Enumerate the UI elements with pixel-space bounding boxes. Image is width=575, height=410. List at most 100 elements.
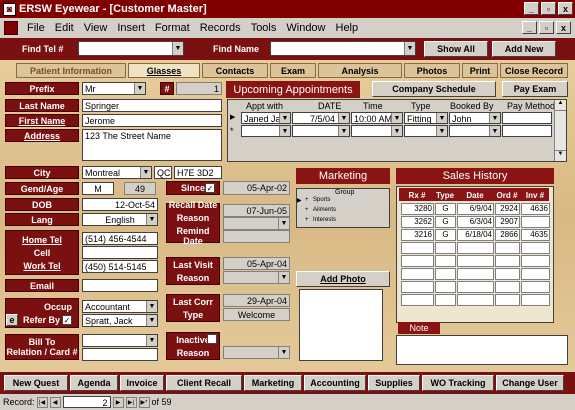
show-all-button[interactable]: Show All — [424, 41, 488, 57]
last-visit-reason-select[interactable]: ▼ — [223, 271, 290, 284]
refer-by-checkbox[interactable]: ✓ — [62, 315, 72, 325]
province-field[interactable]: QC — [154, 166, 172, 179]
sales-empty-row[interactable] — [401, 255, 550, 267]
new-quest-button[interactable]: New Quest — [4, 375, 68, 391]
sales-row[interactable]: 3262 G 6/3/04 2907 — [401, 216, 550, 228]
client-recall-button[interactable]: Client Recall — [166, 375, 242, 391]
refer-by-select[interactable]: Spratt, Jack ▼ — [82, 314, 158, 327]
chevron-down-icon[interactable]: ▼ — [489, 113, 500, 123]
current-record-field[interactable]: 2 — [62, 396, 111, 408]
appt-with-select[interactable]: Janed Ja ▼ — [241, 112, 291, 124]
last-record-icon[interactable]: ▶| — [125, 396, 137, 408]
tab-photos[interactable]: Photos — [404, 63, 460, 78]
expand-icon[interactable]: + — [305, 217, 313, 227]
wo-tracking-button[interactable]: WO Tracking — [422, 375, 494, 391]
chevron-down-icon[interactable]: ▼ — [391, 113, 402, 123]
chevron-down-icon[interactable]: ▼ — [140, 167, 151, 178]
find-name-input[interactable]: ▼ — [270, 41, 416, 56]
gender-field[interactable]: M — [82, 182, 114, 195]
sales-row[interactable]: 3216 G 6/18/04 2866 4635 — [401, 229, 550, 241]
address-field[interactable]: 123 The Street Name — [82, 129, 222, 161]
relation-card-field[interactable] — [82, 348, 158, 361]
chevron-down-icon[interactable]: ▼ — [338, 126, 349, 136]
chevron-down-icon[interactable]: ▼ — [146, 315, 157, 326]
tab-contacts[interactable]: Contacts — [202, 63, 268, 78]
change-user-button[interactable]: Change User — [496, 375, 564, 391]
home-tel-field[interactable]: (514) 456-4544 — [82, 232, 158, 245]
sales-empty-row[interactable] — [401, 281, 550, 293]
marketing-button[interactable]: Marketing — [244, 375, 302, 391]
new-record-icon[interactable]: ▶* — [138, 396, 150, 408]
supplies-button[interactable]: Supplies — [368, 375, 420, 391]
first-name-field[interactable]: Jerome — [82, 114, 222, 127]
chevron-down-icon[interactable]: ▼ — [146, 301, 157, 312]
new-appt-type[interactable]: ▼ — [404, 125, 448, 137]
city-select[interactable]: Montreal ▼ — [82, 166, 152, 179]
expand-icon[interactable]: + — [305, 197, 313, 207]
chevron-down-icon[interactable]: ▼ — [278, 347, 289, 358]
maximize-button[interactable]: ▫ — [541, 2, 556, 15]
next-record-icon[interactable]: ▶ — [112, 396, 124, 408]
tab-close-record[interactable]: Close Record — [500, 63, 568, 78]
new-appt-pay-method[interactable] — [502, 125, 552, 137]
find-tel-input[interactable]: ▼ — [78, 41, 184, 56]
first-record-icon[interactable]: |◀ — [36, 396, 48, 408]
menu-edit[interactable]: Edit — [50, 22, 79, 34]
tab-exam[interactable]: Exam — [270, 63, 316, 78]
previous-record-icon[interactable]: ◀ — [49, 396, 61, 408]
lang-select[interactable]: English ▼ — [82, 213, 158, 226]
inactive-checkbox[interactable] — [207, 334, 217, 344]
doc-minimize-button[interactable]: _ — [522, 21, 537, 34]
tab-print[interactable]: Print — [462, 63, 498, 78]
tab-glasses[interactable]: Glasses — [128, 63, 200, 78]
menu-file[interactable]: File — [22, 22, 50, 34]
inactive-reason-select[interactable]: ▼ — [223, 346, 290, 359]
chevron-down-icon[interactable]: ▼ — [278, 218, 289, 229]
marketing-row[interactable]: ▶ + Sports — [297, 197, 389, 207]
recall-reason-select[interactable]: ▼ — [223, 217, 290, 230]
new-appt-with[interactable]: ▼ — [241, 125, 291, 137]
last-name-field[interactable]: Springer — [82, 99, 222, 112]
appt-date-field[interactable]: 7/5/04 ▼ — [292, 112, 350, 124]
appt-type-select[interactable]: Fitting ▼ — [404, 112, 448, 124]
e-button[interactable]: e — [6, 314, 18, 326]
chevron-down-icon[interactable]: ▼ — [404, 42, 415, 55]
dob-field[interactable]: 12-Oct-54 — [82, 198, 158, 211]
accounting-button[interactable]: Accounting — [304, 375, 366, 391]
menu-tools[interactable]: Tools — [246, 22, 282, 34]
postal-code-field[interactable]: H7E 3D2 — [174, 166, 222, 179]
marketing-row[interactable]: + Interests — [297, 217, 389, 227]
scroll-down-icon[interactable]: ▼ — [555, 150, 566, 161]
chevron-down-icon[interactable]: ▼ — [338, 113, 349, 123]
add-new-button[interactable]: Add New — [492, 41, 556, 57]
scroll-up-icon[interactable]: ▲ — [555, 100, 566, 111]
sales-empty-row[interactable] — [401, 294, 550, 306]
tab-patient-information[interactable]: Patient Information — [16, 63, 126, 78]
menu-view[interactable]: View — [79, 22, 113, 34]
marketing-row[interactable]: + Ailments — [297, 207, 389, 217]
chevron-down-icon[interactable]: ▼ — [436, 126, 447, 136]
prefix-select[interactable]: Mr ▼ — [82, 82, 146, 95]
chevron-down-icon[interactable]: ▼ — [134, 83, 145, 94]
pay-exam-button[interactable]: Pay Exam — [502, 81, 568, 97]
note-field[interactable] — [396, 335, 568, 365]
new-appt-booked-by[interactable]: ▼ — [449, 125, 501, 137]
add-photo-button[interactable]: Add Photo — [296, 271, 390, 287]
remind-date-field[interactable] — [223, 230, 290, 243]
company-schedule-button[interactable]: Company Schedule — [372, 81, 496, 97]
sales-empty-row[interactable] — [401, 242, 550, 254]
since-checkbox[interactable]: ✓ — [205, 183, 215, 193]
appt-booked-by-select[interactable]: John ▼ — [449, 112, 501, 124]
chevron-down-icon[interactable]: ▼ — [489, 126, 500, 136]
appointments-scrollbar[interactable]: ▲ ▼ — [554, 100, 566, 161]
cell-field[interactable] — [82, 246, 158, 259]
invoice-button[interactable]: Invoice — [120, 375, 164, 391]
chevron-down-icon[interactable]: ▼ — [279, 126, 290, 136]
minimize-button[interactable]: _ — [524, 2, 539, 15]
appt-time-select[interactable]: 10:00 AM ▼ — [351, 112, 403, 124]
menu-help[interactable]: Help — [331, 22, 364, 34]
work-tel-field[interactable]: (450) 514-5145 — [82, 260, 158, 273]
menu-format[interactable]: Format — [150, 22, 195, 34]
doc-maximize-button[interactable]: ▫ — [539, 21, 554, 34]
sales-empty-row[interactable] — [401, 268, 550, 280]
